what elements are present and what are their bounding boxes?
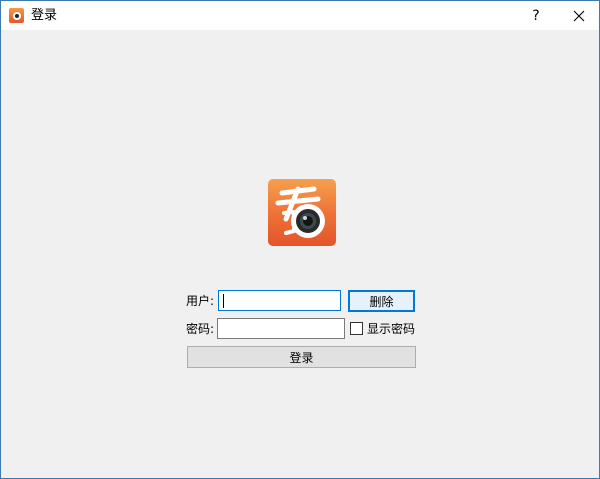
window-title: 登录 — [31, 8, 58, 23]
close-icon — [573, 10, 585, 21]
login-button[interactable]: 登录 — [187, 346, 416, 368]
logo-graphic — [275, 186, 325, 238]
user-input[interactable] — [218, 290, 341, 311]
show-password-checkbox[interactable] — [350, 322, 363, 335]
app-icon — [9, 8, 24, 23]
user-label: 用户: — [186, 294, 215, 308]
help-button[interactable]: ? — [520, 1, 552, 30]
password-input[interactable] — [217, 318, 345, 339]
close-button[interactable] — [561, 1, 597, 30]
app-logo — [268, 179, 336, 246]
title-bar[interactable]: 登录 ? — [1, 1, 599, 30]
password-label: 密码: — [186, 322, 215, 336]
show-password-label[interactable]: 显示密码 — [367, 322, 415, 336]
delete-button[interactable]: 删除 — [348, 290, 415, 312]
text-caret — [223, 294, 224, 308]
help-icon: ? — [532, 7, 540, 24]
login-window: 登录 ? 用户: 删除 密码: 显示密码 登录 — [0, 0, 600, 479]
